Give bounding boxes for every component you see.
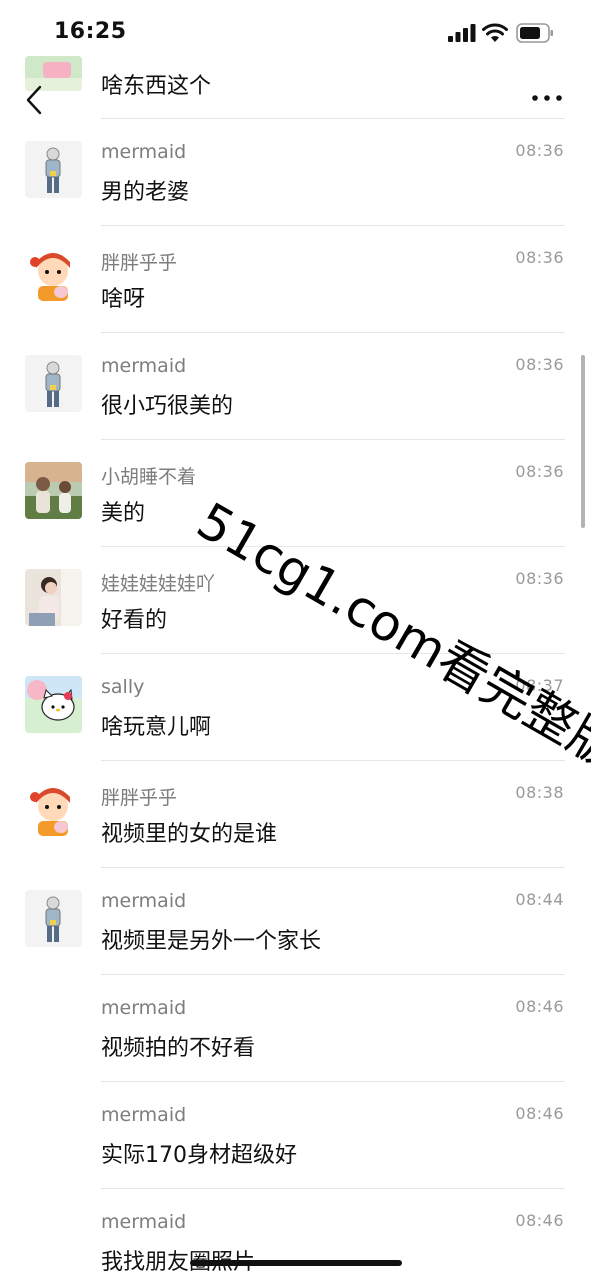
divider: [101, 118, 565, 119]
sender-name: 胖胖乎乎: [101, 787, 178, 809]
list-item[interactable]: mermaid 08:46 我找朋友圈照片: [0, 1211, 591, 1280]
list-item[interactable]: mermaid 08:36 很小巧很美的: [0, 355, 591, 462]
signal-icon: [448, 24, 476, 42]
list-item[interactable]: mermaid 08:44 视频里是另外一个家长: [0, 890, 591, 997]
message-time: 08:46: [515, 1104, 564, 1123]
cartoon-girl-avatar-icon: [25, 248, 82, 305]
sender-name: mermaid: [101, 997, 187, 1019]
message-text: 啥呀: [101, 287, 146, 312]
sender-name: mermaid: [101, 1211, 187, 1233]
wifi-icon: [482, 23, 508, 42]
message-time: 08:36: [515, 569, 564, 588]
home-indicator[interactable]: [190, 1260, 402, 1266]
message-text: 很小巧很美的: [101, 394, 234, 419]
photo-avatar-icon: [25, 462, 82, 519]
message-time: 08:36: [515, 355, 564, 374]
message-time: 08:36: [515, 141, 564, 160]
list-item[interactable]: 胖胖乎乎 08:38 视频里的女的是谁: [0, 783, 591, 890]
scrollbar[interactable]: [581, 355, 585, 528]
sender-name: 娃娃娃娃娃吖: [101, 573, 216, 595]
divider: [101, 974, 565, 975]
divider: [101, 439, 565, 440]
message-text: 好看的: [101, 608, 168, 633]
divider: [101, 225, 565, 226]
message-time: 08:36: [515, 462, 564, 481]
message-time: 08:38: [515, 783, 564, 802]
message-time: 08:36: [515, 248, 564, 267]
divider: [101, 1188, 565, 1189]
list-item[interactable]: mermaid 08:46 实际170身材超级好: [0, 1104, 591, 1211]
message-time: 08:44: [515, 890, 564, 909]
message-text: 视频里的女的是谁: [101, 822, 278, 847]
sender-name: mermaid: [101, 890, 187, 912]
cartoon-girl-avatar-icon: [25, 783, 82, 840]
sketch-avatar-icon: [25, 890, 82, 947]
status-time: 16:25: [54, 19, 127, 44]
message-time: 08:46: [515, 1211, 564, 1230]
message-text: 美的: [101, 501, 146, 526]
message-text: 视频拍的不好看: [101, 1036, 256, 1061]
divider: [101, 1081, 565, 1082]
message-text: 男的老婆: [101, 180, 190, 205]
message-text: 啥玩意儿啊: [101, 715, 212, 740]
sketch-avatar-icon: [25, 355, 82, 412]
sender-name: 胖胖乎乎: [101, 252, 178, 274]
more-icon[interactable]: [530, 90, 564, 106]
list-item[interactable]: mermaid 08:36 男的老婆: [0, 141, 591, 248]
list-item[interactable]: 胖胖乎乎 08:36 啥呀: [0, 248, 591, 355]
photo-avatar-icon: [25, 569, 82, 626]
sender-name: mermaid: [101, 355, 187, 377]
sender-name: mermaid: [101, 141, 187, 163]
divider: [101, 332, 565, 333]
kitty-avatar-icon: [25, 676, 82, 733]
sender-name: 小胡睡不着: [101, 466, 197, 488]
status-bar: 16:25: [0, 0, 591, 60]
sender-name: mermaid: [101, 1104, 187, 1126]
sketch-avatar-icon: [25, 141, 82, 198]
sender-name: sally: [101, 676, 145, 698]
message-text: 实际170身材超级好: [101, 1143, 297, 1168]
list-item[interactable]: mermaid 08:46 视频拍的不好看: [0, 997, 591, 1104]
status-icons: [448, 22, 555, 44]
battery-icon: [516, 23, 553, 43]
message-time: 08:46: [515, 997, 564, 1016]
message-text: 啥东西这个: [101, 74, 212, 99]
divider: [101, 760, 565, 761]
divider: [101, 867, 565, 868]
message-text: 视频里是另外一个家长: [101, 929, 322, 954]
back-button[interactable]: [20, 82, 50, 118]
